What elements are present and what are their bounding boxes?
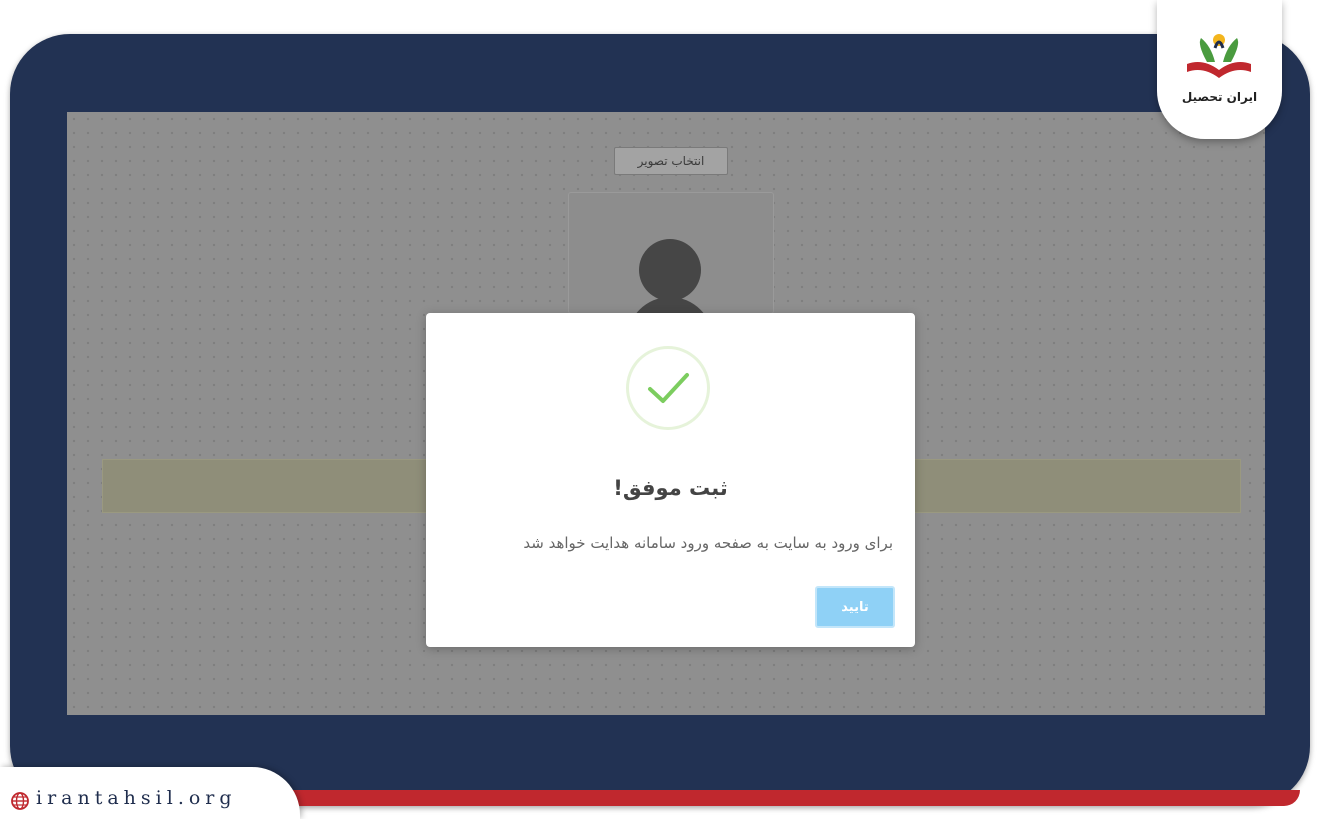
brand-logo-badge: ایران تحصیل (1157, 0, 1282, 139)
profile-photo-placeholder (568, 192, 774, 314)
confirm-button[interactable]: تایید (815, 586, 895, 628)
brand-logo-text: ایران تحصیل (1181, 90, 1258, 104)
modal-title: ثبت موفق! (613, 476, 728, 500)
avatar-head-icon (639, 239, 701, 301)
success-check-icon (626, 346, 710, 430)
select-image-button[interactable]: انتخاب تصویر (614, 147, 728, 175)
success-modal: ثبت موفق! برای ورود به سایت به صفحه ورود… (426, 313, 915, 647)
website-url: irantahsil.org (36, 787, 237, 809)
globe-icon (11, 792, 29, 810)
brand-red-strip (290, 790, 1300, 806)
avatar-body-icon (627, 297, 713, 313)
book-logo-icon (1187, 34, 1251, 78)
website-badge: irantahsil.org (0, 767, 300, 819)
modal-message: برای ورود به سایت به صفحه ورود سامانه هد… (523, 534, 893, 552)
